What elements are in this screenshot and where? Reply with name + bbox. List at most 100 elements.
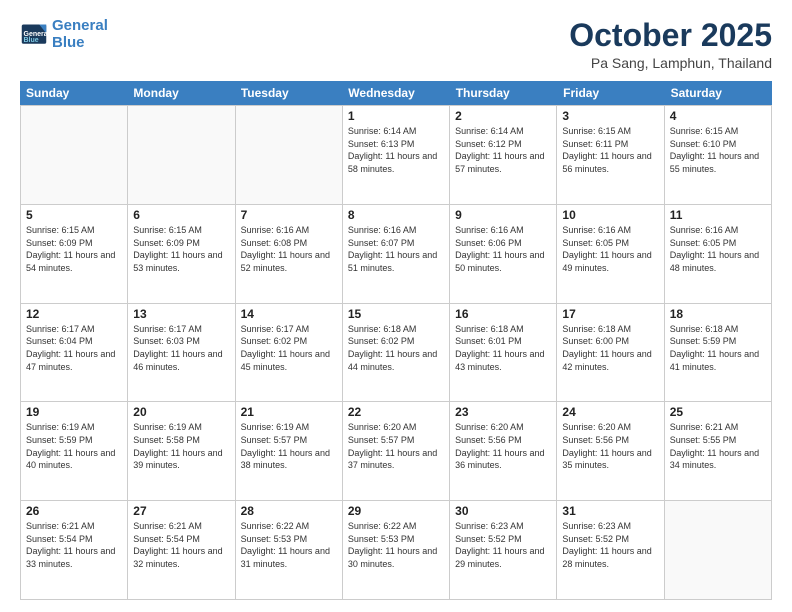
sunrise-text: Sunrise: 6:15 AM (670, 125, 766, 138)
sunrise-text: Sunrise: 6:18 AM (562, 323, 658, 336)
calendar-row-1: 5Sunrise: 6:15 AMSunset: 6:09 PMDaylight… (20, 204, 772, 303)
logo: General Blue GeneralBlue (20, 18, 108, 51)
sunset-text: Sunset: 6:06 PM (455, 237, 551, 250)
calendar-cell-1-1: 6 Sunrise: 6:15 AMSunset: 6:09 PMDaylight… (128, 205, 235, 303)
calendar-header: Sunday Monday Tuesday Wednesday Thursday… (20, 81, 772, 105)
calendar-cell-1-3: 8Sunrise: 6:16 AMSunset: 6:07 PMDaylight… (343, 205, 450, 303)
sunset-text: Sunset: 6:09 PM (133, 237, 229, 250)
calendar-cell-3-6: 25Sunrise: 6:21 AMSunset: 5:55 PMDayligh… (665, 402, 772, 500)
sunset-text: Sunset: 6:03 PM (133, 335, 229, 348)
calendar-cell-4-0: 26Sunrise: 6:21 AMSunset: 5:54 PMDayligh… (21, 501, 128, 599)
sunset-text: Sunset: 6:04 PM (26, 335, 122, 348)
daylight-text: Daylight: 11 hours and 29 minutes. (455, 545, 551, 570)
sunrise-text: Sunrise: 6:16 AM (562, 224, 658, 237)
daylight-text: Daylight: 11 hours and 37 minutes. (348, 447, 444, 472)
sunset-text: Sunset: 5:55 PM (670, 434, 766, 447)
calendar-cell-0-6: 4Sunrise: 6:15 AMSunset: 6:10 PMDaylight… (665, 106, 772, 204)
calendar-cell-2-2: 14Sunrise: 6:17 AMSunset: 6:02 PMDayligh… (236, 304, 343, 402)
daylight-text: Daylight: 11 hours and 34 minutes. (670, 447, 766, 472)
calendar-cell-1-4: 9Sunrise: 6:16 AMSunset: 6:06 PMDaylight… (450, 205, 557, 303)
sunrise-text: Sunrise: 6:19 AM (26, 421, 122, 434)
calendar-cell-1-0: 5Sunrise: 6:15 AMSunset: 6:09 PMDaylight… (21, 205, 128, 303)
calendar-row-0: 1Sunrise: 6:14 AMSunset: 6:13 PMDaylight… (20, 105, 772, 204)
daylight-text: Daylight: 11 hours and 45 minutes. (241, 348, 337, 373)
daylight-text: Daylight: 11 hours and 41 minutes. (670, 348, 766, 373)
sunrise-text: Sunrise: 6:19 AM (133, 421, 229, 434)
day-number: 11 (670, 208, 766, 222)
sunrise-text: Sunrise: 6:15 AM (133, 224, 229, 237)
sunrise-text: Sunrise: 6:18 AM (455, 323, 551, 336)
header-friday: Friday (557, 81, 664, 105)
calendar-cell-4-1: 27Sunrise: 6:21 AMSunset: 5:54 PMDayligh… (128, 501, 235, 599)
day-number: 17 (562, 307, 658, 321)
day-number: 27 (133, 504, 229, 518)
day-number: 10 (562, 208, 658, 222)
logo-icon: General Blue (20, 21, 48, 49)
sunset-text: Sunset: 5:53 PM (348, 533, 444, 546)
calendar-row-2: 12Sunrise: 6:17 AMSunset: 6:04 PMDayligh… (20, 303, 772, 402)
sunset-text: Sunset: 5:54 PM (133, 533, 229, 546)
sunrise-text: Sunrise: 6:22 AM (348, 520, 444, 533)
calendar-cell-3-2: 21Sunrise: 6:19 AMSunset: 5:57 PMDayligh… (236, 402, 343, 500)
sunset-text: Sunset: 6:05 PM (670, 237, 766, 250)
day-number: 24 (562, 405, 658, 419)
title-block: October 2025 Pa Sang, Lamphun, Thailand (569, 18, 772, 71)
daylight-text: Daylight: 11 hours and 30 minutes. (348, 545, 444, 570)
sunset-text: Sunset: 6:11 PM (562, 138, 658, 151)
day-number: 20 (133, 405, 229, 419)
daylight-text: Daylight: 11 hours and 53 minutes. (133, 249, 229, 274)
day-number: 23 (455, 405, 551, 419)
sunrise-text: Sunrise: 6:17 AM (133, 323, 229, 336)
calendar-cell-2-1: 13Sunrise: 6:17 AMSunset: 6:03 PMDayligh… (128, 304, 235, 402)
day-number: 7 (241, 208, 337, 222)
sunset-text: Sunset: 5:56 PM (562, 434, 658, 447)
daylight-text: Daylight: 11 hours and 31 minutes. (241, 545, 337, 570)
daylight-text: Daylight: 11 hours and 39 minutes. (133, 447, 229, 472)
header-monday: Monday (127, 81, 234, 105)
daylight-text: Daylight: 11 hours and 50 minutes. (455, 249, 551, 274)
calendar-cell-0-4: 2Sunrise: 6:14 AMSunset: 6:12 PMDaylight… (450, 106, 557, 204)
location: Pa Sang, Lamphun, Thailand (569, 55, 772, 71)
daylight-text: Daylight: 11 hours and 40 minutes. (26, 447, 122, 472)
sunset-text: Sunset: 5:59 PM (26, 434, 122, 447)
day-number: 18 (670, 307, 766, 321)
day-number: 16 (455, 307, 551, 321)
sunset-text: Sunset: 6:02 PM (241, 335, 337, 348)
daylight-text: Daylight: 11 hours and 36 minutes. (455, 447, 551, 472)
sunset-text: Sunset: 6:05 PM (562, 237, 658, 250)
day-number: 5 (26, 208, 122, 222)
sunset-text: Sunset: 5:59 PM (670, 335, 766, 348)
day-number: 14 (241, 307, 337, 321)
calendar-cell-3-3: 22Sunrise: 6:20 AMSunset: 5:57 PMDayligh… (343, 402, 450, 500)
daylight-text: Daylight: 11 hours and 49 minutes. (562, 249, 658, 274)
sunrise-text: Sunrise: 6:16 AM (348, 224, 444, 237)
day-number: 28 (241, 504, 337, 518)
month-title: October 2025 (569, 18, 772, 53)
svg-text:Blue: Blue (24, 37, 39, 44)
sunrise-text: Sunrise: 6:20 AM (348, 421, 444, 434)
sunset-text: Sunset: 6:00 PM (562, 335, 658, 348)
day-number: 21 (241, 405, 337, 419)
day-number: 9 (455, 208, 551, 222)
calendar-cell-3-5: 24Sunrise: 6:20 AMSunset: 5:56 PMDayligh… (557, 402, 664, 500)
logo-text: GeneralBlue (52, 18, 108, 51)
calendar-cell-0-3: 1Sunrise: 6:14 AMSunset: 6:13 PMDaylight… (343, 106, 450, 204)
sunset-text: Sunset: 6:02 PM (348, 335, 444, 348)
day-number: 26 (26, 504, 122, 518)
sunrise-text: Sunrise: 6:23 AM (455, 520, 551, 533)
header-thursday: Thursday (450, 81, 557, 105)
sunset-text: Sunset: 6:12 PM (455, 138, 551, 151)
daylight-text: Daylight: 11 hours and 51 minutes. (348, 249, 444, 274)
day-number: 6 (133, 208, 229, 222)
sunrise-text: Sunrise: 6:18 AM (670, 323, 766, 336)
sunset-text: Sunset: 6:08 PM (241, 237, 337, 250)
daylight-text: Daylight: 11 hours and 58 minutes. (348, 150, 444, 175)
sunrise-text: Sunrise: 6:21 AM (133, 520, 229, 533)
calendar-cell-4-4: 30Sunrise: 6:23 AMSunset: 5:52 PMDayligh… (450, 501, 557, 599)
sunrise-text: Sunrise: 6:20 AM (562, 421, 658, 434)
calendar-page: General Blue GeneralBlue October 2025 Pa… (0, 0, 792, 612)
day-number: 4 (670, 109, 766, 123)
calendar-cell-3-0: 19Sunrise: 6:19 AMSunset: 5:59 PMDayligh… (21, 402, 128, 500)
day-number: 2 (455, 109, 551, 123)
calendar-cell-4-2: 28Sunrise: 6:22 AMSunset: 5:53 PMDayligh… (236, 501, 343, 599)
